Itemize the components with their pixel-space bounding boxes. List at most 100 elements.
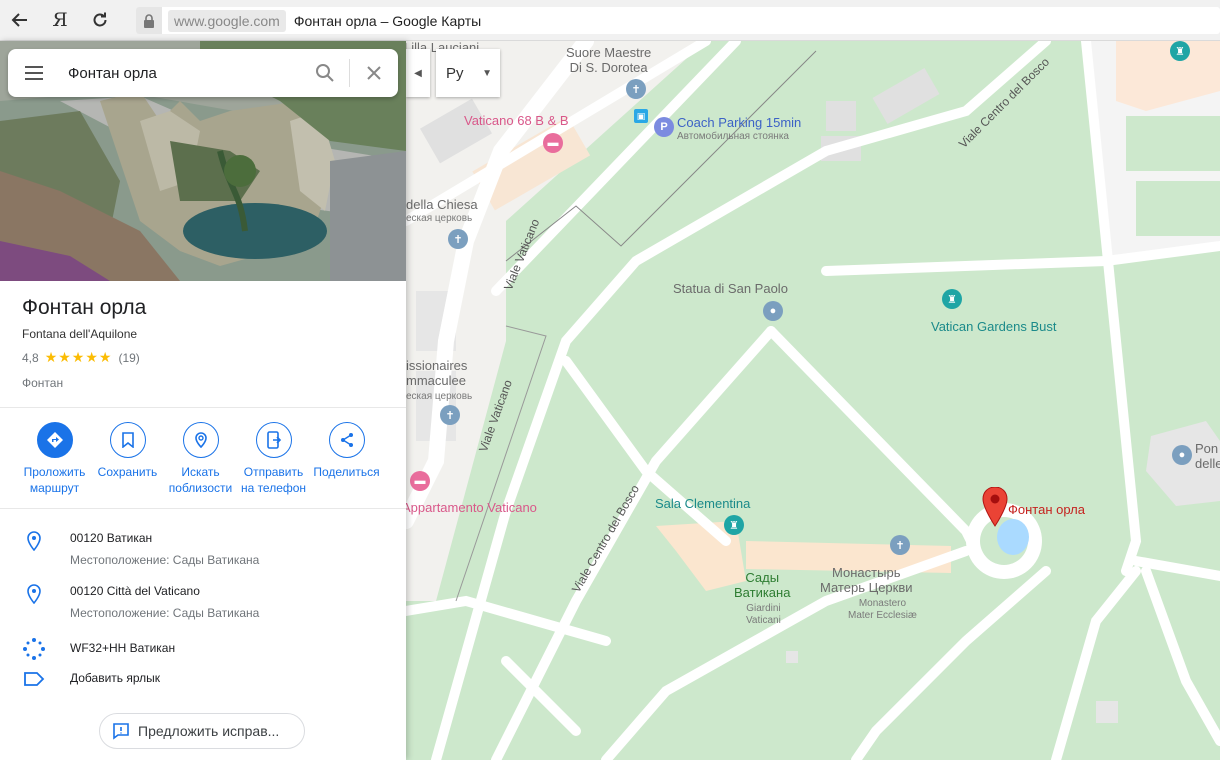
- map-canvas[interactable]: ✝ ▬ P ▣ ✝ ● ♜ ✝ ▬ ♜ ✝ ● ♜ Lilla Lauciani…: [406, 41, 1220, 760]
- search-input[interactable]: [60, 64, 301, 82]
- label-tag-icon: [24, 672, 45, 686]
- map-label-giardini: Сады Ватикана: [734, 570, 791, 600]
- action-bar: Проложить маршрут Сохранить Искать побли…: [18, 422, 388, 496]
- location-pin-icon: [27, 584, 41, 604]
- divider: [0, 407, 406, 408]
- collapse-panel-button[interactable]: ◀: [406, 49, 430, 97]
- location-pin-icon: [27, 531, 41, 551]
- hotel-icon[interactable]: ▬: [543, 133, 563, 153]
- bus-stop-icon[interactable]: ▣: [634, 109, 648, 123]
- map-label-giardini-sub: Giardini Vaticani: [746, 603, 781, 626]
- save-label: Сохранить: [97, 465, 158, 479]
- page-title: Фонтан орла – Google Карты: [293, 12, 482, 29]
- place-category[interactable]: Фонтан: [22, 376, 146, 390]
- address-sub: Местоположение: Сады Ватикана: [70, 606, 260, 620]
- reload-icon: [93, 12, 107, 27]
- search-box: [8, 49, 398, 97]
- church-icon[interactable]: ✝: [890, 535, 910, 555]
- feedback-icon: [113, 723, 129, 740]
- rating-stars: ★★★★★: [44, 349, 113, 365]
- save-button[interactable]: Сохранить: [91, 422, 164, 496]
- rating-value: 4,8: [22, 350, 39, 365]
- map-label-della-chiesa-sub: еская церковь: [406, 213, 473, 224]
- nearby-button[interactable]: Искать поблизости: [164, 422, 237, 496]
- address-bar[interactable]: www.google.com Фонтан орла – Google Карт…: [136, 7, 1220, 34]
- map-label-pont: Pon delle: [1195, 441, 1220, 471]
- hotel-icon[interactable]: ▬: [410, 471, 430, 491]
- divider: [0, 508, 406, 509]
- directions-icon: [46, 432, 63, 448]
- landmark-icon[interactable]: ●: [1172, 445, 1192, 465]
- language-control: ◀ Ру ▼: [406, 49, 500, 97]
- back-button[interactable]: [0, 0, 40, 41]
- plus-code-icon: [23, 638, 45, 660]
- map-label-coach-parking: Coach Parking 15min: [677, 115, 802, 130]
- yandex-logo-icon[interactable]: Я: [40, 0, 80, 41]
- language-value: Ру: [446, 64, 464, 82]
- map-base: [406, 41, 1220, 760]
- monument-icon[interactable]: ♜: [942, 289, 962, 309]
- share-label: Поделиться: [313, 465, 380, 479]
- address-main: 00120 Ватикан: [70, 531, 153, 545]
- address-row[interactable]: 00120 Città del Vaticano Местоположение:…: [20, 584, 259, 620]
- plus-code: WF32+HH Ватикан: [70, 641, 176, 655]
- place-header: Фонтан орла Fontana dell'Aquilone 4,8 ★★…: [22, 296, 146, 390]
- search-icon: [316, 64, 334, 82]
- nearby-label: Искать поблизости: [168, 465, 233, 495]
- caret-down-icon: ▼: [482, 67, 492, 79]
- language-select[interactable]: Ру ▼: [436, 49, 500, 97]
- place-title: Фонтан орла: [22, 296, 147, 319]
- phone-send-icon: [266, 431, 281, 449]
- address-domain: www.google.com: [168, 9, 286, 32]
- share-button[interactable]: Поделиться: [310, 422, 383, 496]
- location-pin-icon[interactable]: [982, 487, 1008, 527]
- church-icon[interactable]: ✝: [448, 229, 468, 249]
- menu-icon[interactable]: [8, 49, 60, 97]
- map-label-missionarie: issionaires mmaculee: [406, 358, 468, 388]
- close-icon: [367, 66, 381, 80]
- map-label-suore: Suore Maestre Di S. Dorotea: [566, 45, 652, 75]
- monument-icon[interactable]: ♜: [724, 515, 744, 535]
- church-icon[interactable]: ✝: [626, 79, 646, 99]
- send-to-phone-button[interactable]: Отправить на телефон: [237, 422, 310, 496]
- add-label: Добавить ярлык: [70, 671, 161, 685]
- bookmark-icon: [121, 432, 134, 448]
- map-label-della-chiesa: della Chiesa: [406, 197, 478, 212]
- map-label-appartamento: Appartamento Vaticano: [406, 500, 537, 515]
- place-panel: Фонтан орла Fontana dell'Aquilone 4,8 ★★…: [0, 41, 406, 760]
- map-label-monastero-sub: Monastero Mater Ecclesiæ: [848, 598, 917, 621]
- map-label-monastero: Монастырь Матерь Церкви: [820, 565, 913, 595]
- monument-icon[interactable]: ♜: [1170, 41, 1190, 61]
- search-button[interactable]: [301, 49, 349, 97]
- parking-icon[interactable]: P: [654, 117, 674, 137]
- address-main: 00120 Città del Vaticano: [70, 584, 200, 598]
- clear-search-button[interactable]: [350, 49, 398, 97]
- landmark-icon[interactable]: ●: [763, 301, 783, 321]
- arrow-left-icon: [11, 13, 27, 27]
- church-icon[interactable]: ✝: [440, 405, 460, 425]
- send-to-phone-label: Отправить на телефон: [240, 465, 307, 495]
- plus-code-row[interactable]: WF32+HH Ватикан: [20, 637, 175, 661]
- share-icon: [340, 433, 353, 447]
- map-label-coach-sub: Автомобильная стоянка: [677, 131, 789, 142]
- lock-icon[interactable]: [136, 7, 162, 34]
- map-label-vaticano68: Vaticano 68 B & B: [464, 113, 569, 128]
- suggest-edit-label: Предложить исправ...: [138, 723, 280, 739]
- place-subtitle: Fontana dell'Aquilone: [22, 327, 138, 341]
- map-label-statua: Statua di San Paolo: [673, 281, 788, 296]
- reviews-count[interactable]: (19): [118, 351, 139, 365]
- browser-toolbar: Я www.google.com Фонтан орла – Google Ка…: [0, 0, 1220, 41]
- directions-button[interactable]: Проложить маршрут: [18, 422, 91, 496]
- directions-label: Проложить маршрут: [23, 465, 86, 495]
- nearby-search-icon: [194, 432, 207, 449]
- suggest-edit-button[interactable]: Предложить исправ...: [99, 713, 305, 749]
- address-row[interactable]: 00120 Ватикан Местоположение: Сады Ватик…: [20, 531, 259, 567]
- rating-row: 4,8 ★★★★★ (19): [22, 349, 146, 366]
- map-label-missionarie-sub: еская церковь: [406, 391, 473, 402]
- map-label-sala-clementina: Sala Clementina: [655, 496, 751, 511]
- reload-button[interactable]: [80, 0, 120, 41]
- add-label-row[interactable]: Добавить ярлык: [20, 671, 160, 687]
- map-label-fontana: Фонтан орла: [1008, 502, 1085, 517]
- address-sub: Местоположение: Сады Ватикана: [70, 553, 260, 567]
- map-label-gardens-bust: Vatican Gardens Bust: [931, 319, 1057, 334]
